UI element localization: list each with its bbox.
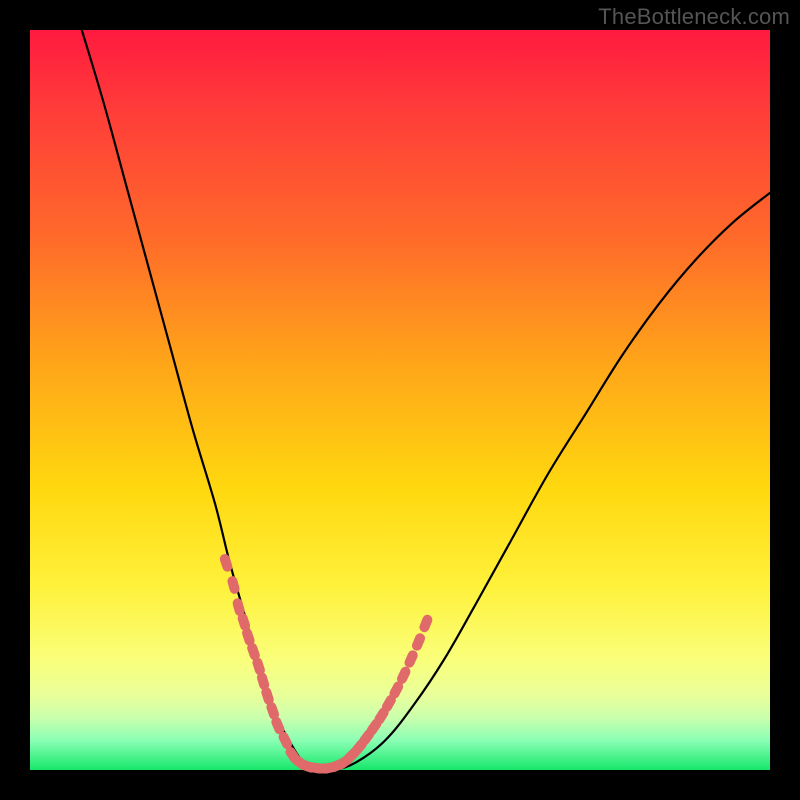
highlight-dot [403,649,419,670]
highlight-dot [418,613,434,633]
plot-area [30,30,770,770]
bottleneck-curve-path [82,30,770,771]
watermark-text: TheBottleneck.com [598,4,790,30]
highlight-dot [410,632,426,652]
chart-svg [30,30,770,770]
highlight-dots [219,553,434,775]
bottleneck-curve [82,30,770,771]
chart-frame: TheBottleneck.com [0,0,800,800]
